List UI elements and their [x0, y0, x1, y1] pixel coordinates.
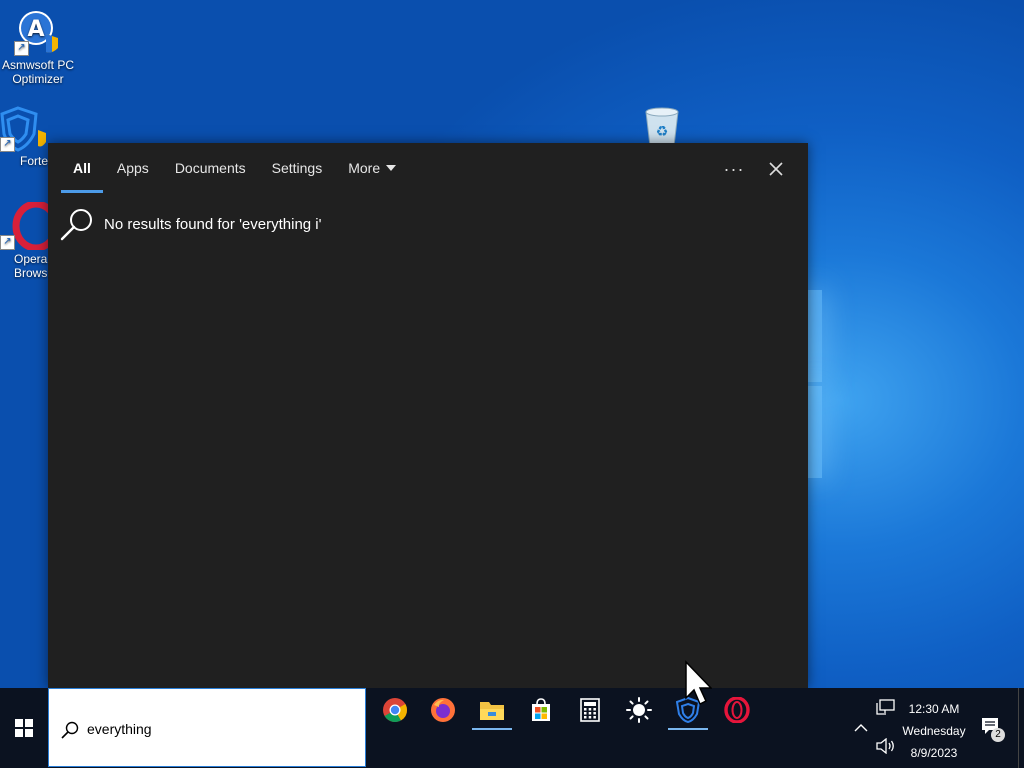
search-flyout: All Apps Documents Settings More ··· No …	[48, 143, 808, 688]
volume-button[interactable]	[876, 737, 896, 759]
tab-settings[interactable]: Settings	[259, 143, 336, 193]
wallpaper-logo-pane	[808, 386, 822, 478]
clock-day: Wednesday	[902, 724, 966, 738]
no-results-text: No results found for 'everything i'	[104, 215, 322, 233]
taskbar: 12:30 AM Wednesday 8/9/2023 2	[0, 688, 1024, 768]
chevron-up-icon	[854, 724, 868, 732]
mouse-cursor-icon	[684, 660, 713, 711]
taskbar-app-calculator[interactable]	[566, 690, 614, 730]
speaker-icon	[876, 737, 894, 755]
desktop-icon-label: Opera Brows	[14, 252, 48, 280]
tab-all[interactable]: All	[60, 143, 104, 193]
calculator-icon	[580, 698, 600, 722]
taskbar-app-opera[interactable]	[713, 690, 761, 730]
tab-label: Settings	[271, 160, 323, 176]
shortcut-arrow-icon: ↗	[14, 41, 29, 56]
taskbar-app-file-explorer[interactable]	[468, 690, 516, 730]
shortcut-arrow-icon: ↗	[0, 235, 15, 250]
taskbar-app-store[interactable]	[517, 690, 565, 730]
windows-logo-icon	[15, 719, 33, 737]
show-hidden-icons-button[interactable]	[854, 720, 868, 738]
store-icon	[532, 698, 550, 721]
show-desktop-button[interactable]	[1018, 688, 1019, 768]
tab-more[interactable]: More	[335, 143, 409, 193]
start-button[interactable]	[0, 688, 48, 768]
svg-text:♻: ♻	[656, 124, 669, 140]
chrome-icon	[383, 698, 407, 723]
clock-time: 12:30 AM	[908, 702, 960, 716]
close-icon	[769, 162, 783, 176]
no-results-message: No results found for 'everything i'	[60, 207, 322, 241]
taskbar-app-brightness[interactable]	[615, 690, 663, 730]
asmwsoft-icon: A ↗	[14, 8, 62, 56]
desktop-icon-fortect[interactable]: ↗ Forte	[0, 104, 48, 168]
tab-label: Documents	[174, 160, 246, 176]
clock[interactable]: 12:30 AM Wednesday 8/9/2023	[896, 698, 972, 764]
desktop-icon-label: Forte	[20, 154, 48, 168]
shortcut-arrow-icon: ↗	[0, 137, 15, 152]
network-button[interactable]	[876, 698, 896, 721]
tab-apps[interactable]: Apps	[104, 143, 162, 193]
notification-count-badge: 2	[991, 728, 1005, 742]
search-tabs: All Apps Documents Settings More	[60, 143, 409, 193]
svg-text:A: A	[27, 17, 44, 42]
opera-desktop-icon: ↗	[0, 202, 48, 252]
tab-label: All	[73, 160, 91, 176]
close-button[interactable]	[760, 153, 792, 185]
search-icon	[60, 209, 92, 241]
tab-label: More	[348, 160, 381, 176]
more-options-button[interactable]: ···	[718, 153, 750, 185]
brightness-icon	[626, 697, 652, 723]
taskbar-app-firefox[interactable]	[419, 690, 467, 730]
wallpaper-logo-pane	[808, 290, 822, 382]
opera-icon	[724, 697, 750, 723]
clock-date: 8/9/2023	[910, 746, 958, 760]
tab-documents[interactable]: Documents	[162, 143, 259, 193]
taskbar-search-box[interactable]	[48, 688, 366, 767]
desktop-icon-label: Asmwsoft PC Optimizer	[1, 58, 74, 86]
desktop-icon-opera[interactable]: ↗ Opera Brows	[0, 202, 48, 280]
tab-label: Apps	[116, 160, 149, 176]
fortect-shield-icon: ↗	[0, 104, 48, 152]
search-input[interactable]	[87, 719, 347, 739]
file-explorer-icon	[480, 702, 504, 720]
desktop: A ↗ Asmwsoft PC Optimizer ↗ Forte ↗ Oper…	[0, 0, 1024, 768]
search-icon	[61, 721, 79, 739]
chevron-down-icon	[386, 165, 397, 171]
network-icon	[876, 699, 895, 715]
taskbar-app-chrome[interactable]	[371, 690, 419, 730]
firefox-icon	[431, 698, 455, 722]
desktop-icon-asmwsoft[interactable]: A ↗ Asmwsoft PC Optimizer	[0, 8, 76, 86]
